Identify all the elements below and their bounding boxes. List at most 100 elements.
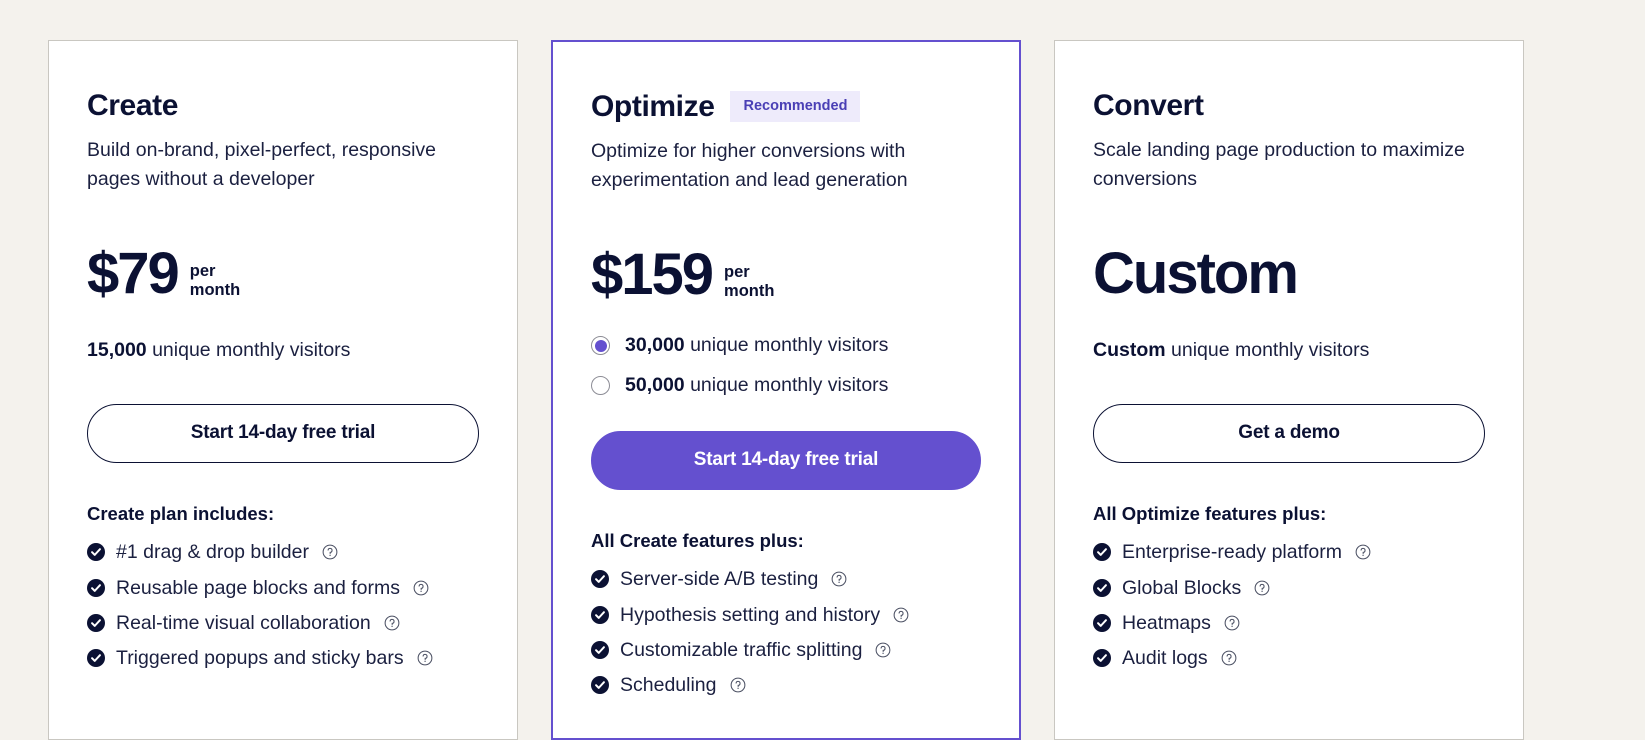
check-circle-icon bbox=[87, 649, 105, 668]
feature-item: Heatmaps bbox=[1093, 610, 1485, 636]
plan-card-optimize: Optimize Recommended Optimize for higher c… bbox=[551, 40, 1021, 740]
feature-item: Server-side A/B testing bbox=[591, 566, 981, 592]
help-circle-icon[interactable] bbox=[1355, 544, 1371, 560]
help-circle-icon[interactable] bbox=[831, 571, 847, 587]
features-heading: All Create features plus: bbox=[591, 530, 804, 552]
plan-price-row: $159 per month bbox=[591, 240, 981, 308]
period-line-1: per bbox=[724, 263, 750, 282]
feature-label: Heatmaps bbox=[1122, 611, 1211, 634]
plan-header: Optimize Recommended bbox=[591, 90, 981, 123]
cta-container: Start 14-day free trial bbox=[87, 404, 479, 464]
check-circle-icon bbox=[591, 605, 609, 624]
feature-label: Scheduling bbox=[620, 674, 717, 697]
visitor-tier-option-50000[interactable]: 50,000 unique monthly visitors bbox=[591, 374, 981, 397]
feature-item: Audit logs bbox=[1093, 645, 1485, 671]
check-circle-icon bbox=[1093, 614, 1111, 633]
feature-label: Hypothesis setting and history bbox=[620, 603, 881, 626]
help-circle-icon[interactable] bbox=[413, 580, 429, 596]
check-circle-icon bbox=[87, 543, 105, 562]
visitor-tier-value: 50,000 bbox=[625, 374, 685, 397]
check-circle-icon bbox=[1093, 578, 1111, 597]
visitor-tier-label: unique monthly visitors bbox=[690, 374, 889, 397]
feature-label: #1 drag & drop builder bbox=[116, 541, 309, 564]
feature-item: Global Blocks bbox=[1093, 575, 1485, 601]
plan-visitors: 15,000 unique monthly visitors bbox=[87, 339, 479, 362]
feature-label: Global Blocks bbox=[1122, 576, 1242, 599]
check-circle-icon bbox=[591, 641, 609, 660]
check-circle-icon bbox=[87, 614, 105, 633]
help-circle-icon[interactable] bbox=[1221, 650, 1237, 666]
visitor-tier-text: 50,000 unique monthly visitors bbox=[625, 374, 888, 397]
plan-title: Create bbox=[87, 89, 178, 122]
feature-item: Scheduling bbox=[591, 672, 981, 698]
help-circle-icon[interactable] bbox=[384, 615, 400, 631]
plan-description: Scale landing page production to maximiz… bbox=[1093, 139, 1465, 190]
feature-item: #1 drag & drop builder bbox=[87, 539, 479, 565]
features-heading: Create plan includes: bbox=[87, 503, 275, 525]
plan-price: Custom bbox=[1093, 241, 1299, 307]
feature-item: Hypothesis setting and history bbox=[591, 602, 981, 628]
plan-visitors: Custom unique monthly visitors bbox=[1093, 339, 1485, 362]
visitor-tier-radio-group: 30,000 unique monthly visitors 50,000 uni… bbox=[591, 334, 981, 397]
feature-label: Triggered popups and sticky bars bbox=[116, 647, 404, 670]
cta-button-optimize[interactable]: Start 14-day free trial bbox=[591, 431, 981, 491]
check-circle-icon bbox=[87, 578, 105, 597]
plan-title: Optimize bbox=[591, 90, 715, 123]
plan-description: Build on-brand, pixel-perfect, responsiv… bbox=[87, 139, 437, 190]
plan-card-create: Create Build on-brand, pixel-perfect, res… bbox=[48, 40, 518, 740]
period-line-2: month bbox=[189, 280, 241, 299]
cta-container: Get a demo bbox=[1093, 404, 1485, 464]
plan-price: $79 bbox=[87, 241, 180, 307]
plan-price-period: per month bbox=[724, 263, 774, 302]
feature-label: Reusable page blocks and forms bbox=[116, 576, 400, 599]
check-circle-icon bbox=[591, 570, 609, 589]
features-list: #1 drag & drop builder Reusable page bloc… bbox=[87, 539, 479, 671]
feature-item: Triggered popups and sticky bars bbox=[87, 645, 479, 671]
feature-item: Real-time visual collaboration bbox=[87, 610, 479, 636]
visitor-tier-label: unique monthly visitors bbox=[690, 334, 889, 357]
feature-label: Real-time visual collaboration bbox=[116, 611, 371, 634]
feature-label: Customizable traffic splitting bbox=[620, 638, 863, 661]
help-circle-icon[interactable] bbox=[875, 642, 891, 658]
help-circle-icon[interactable] bbox=[322, 544, 338, 560]
help-circle-icon[interactable] bbox=[1254, 580, 1270, 596]
plan-visitors-label: unique monthly visitors bbox=[1171, 339, 1370, 362]
feature-label: Audit logs bbox=[1122, 647, 1208, 670]
feature-item: Customizable traffic splitting bbox=[591, 637, 981, 663]
cta-button-convert[interactable]: Get a demo bbox=[1093, 404, 1485, 464]
plan-title: Convert bbox=[1093, 89, 1204, 122]
features-heading: All Optimize features plus: bbox=[1093, 503, 1327, 525]
help-circle-icon[interactable] bbox=[417, 650, 433, 666]
help-circle-icon[interactable] bbox=[730, 677, 746, 693]
plan-visitors-value: 15,000 bbox=[87, 339, 147, 362]
period-line-2: month bbox=[724, 281, 775, 300]
plan-visitors-value: Custom bbox=[1093, 339, 1166, 362]
plan-visitors-label: unique monthly visitors bbox=[152, 339, 351, 362]
visitor-tier-option-30000[interactable]: 30,000 unique monthly visitors bbox=[591, 334, 981, 357]
plan-price-row: Custom bbox=[1093, 239, 1485, 307]
plan-price-row: $79 per month bbox=[87, 239, 479, 307]
cta-button-create[interactable]: Start 14-day free trial bbox=[87, 404, 479, 464]
plan-description: Optimize for higher conversions with exp… bbox=[591, 140, 908, 191]
check-circle-icon bbox=[1093, 543, 1111, 562]
help-circle-icon[interactable] bbox=[1224, 615, 1240, 631]
check-circle-icon bbox=[591, 676, 609, 695]
plan-price: $159 bbox=[591, 242, 714, 308]
pricing-plans-grid: Create Build on-brand, pixel-perfect, res… bbox=[48, 40, 1524, 740]
visitor-tier-value: 30,000 bbox=[625, 334, 685, 357]
plan-header: Create bbox=[87, 89, 479, 122]
radio-indicator[interactable] bbox=[591, 336, 610, 356]
plan-price-period: per month bbox=[190, 262, 240, 301]
period-line-1: per bbox=[189, 262, 216, 281]
feature-item: Enterprise-ready platform bbox=[1093, 539, 1485, 565]
feature-label: Enterprise-ready platform bbox=[1122, 541, 1343, 564]
radio-indicator[interactable] bbox=[591, 376, 610, 396]
feature-label: Server-side A/B testing bbox=[620, 568, 819, 591]
visitor-tier-text: 30,000 unique monthly visitors bbox=[625, 334, 888, 357]
help-circle-icon[interactable] bbox=[893, 607, 909, 623]
check-circle-icon bbox=[1093, 649, 1111, 668]
cta-container: Start 14-day free trial bbox=[591, 431, 981, 491]
plan-card-convert: Convert Scale landing page production to … bbox=[1054, 40, 1524, 740]
feature-item: Reusable page blocks and forms bbox=[87, 575, 479, 601]
plan-header: Convert bbox=[1093, 89, 1485, 122]
